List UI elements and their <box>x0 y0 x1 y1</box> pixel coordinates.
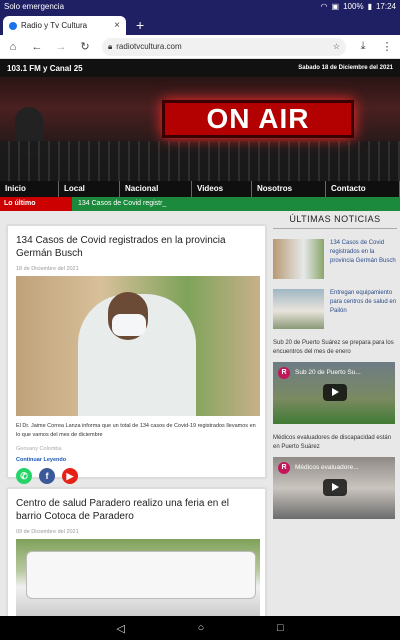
home-nav-icon[interactable]: ○ <box>198 622 205 634</box>
ticker-label: Lo último <box>0 197 72 211</box>
face-mask <box>112 314 146 336</box>
channel-avatar: R <box>278 367 290 379</box>
article-excerpt: El Dr. Jaime Correa Lanza informa que un… <box>16 423 256 438</box>
video-title[interactable]: Médicos evaluadores de discapacidad está… <box>273 434 397 452</box>
play-icon[interactable] <box>323 384 347 401</box>
nav-contacto[interactable]: Contacto <box>326 181 400 197</box>
article-date: 18 de Diciembre del 2021 <box>16 266 79 272</box>
article-image[interactable] <box>16 276 260 416</box>
article-image[interactable] <box>16 539 260 616</box>
main-nav: Inicio Local Nacional Videos Nosotros Co… <box>0 181 400 197</box>
video-embed[interactable]: R Sub 20 de Puerto Su... <box>273 362 395 424</box>
article-card: 134 Casos de Covid registrados en la pro… <box>7 225 266 484</box>
ambulance-image <box>26 551 256 599</box>
nav-nosotros[interactable]: Nosotros <box>252 181 326 197</box>
site-header: 103.1 FM y Canal 25 Sabado 18 de Diciemb… <box>0 59 400 77</box>
video-title[interactable]: Sub 20 de Puerto Suárez se prepara para … <box>273 339 397 357</box>
video-embed[interactable]: R Médicos evaluadore... <box>273 457 395 519</box>
on-air-sign: ON AIR <box>162 100 354 138</box>
hero-banner: ON AIR <box>0 77 400 181</box>
address-toolbar: ⌂ ← → ↻ 🔒︎ radiotvcultura.com ☆ ⤓ ⋮ <box>0 35 400 59</box>
video-overlay-title: Sub 20 de Puerto Su... <box>295 369 361 376</box>
sidebar-divider <box>273 228 397 229</box>
wifi-icon: ◠ <box>320 2 328 11</box>
clock: 17:24 <box>375 2 396 11</box>
article-title[interactable]: Centro de salud Paradero realizo una fer… <box>16 497 257 523</box>
article-author[interactable]: Geovany Colomba <box>16 446 257 452</box>
new-tab-button[interactable]: + <box>136 17 144 33</box>
article-title[interactable]: 134 Casos de Covid registrados en la pro… <box>16 234 257 260</box>
nav-local[interactable]: Local <box>59 181 120 197</box>
carrier-text: Solo emergencia <box>4 2 65 11</box>
status-bar: Solo emergencia ◠ ▣ 100% ▮ 17:24 <box>0 0 400 13</box>
battery-percent: 100% <box>343 2 364 11</box>
article-card: Centro de salud Paradero realizo una fer… <box>7 488 266 616</box>
sidebar-latest-news: ÚLTIMAS NOTICIAS 134 Casos de Covid regi… <box>273 211 397 519</box>
lock-icon: ▣ <box>331 2 340 11</box>
sidebar-heading: ÚLTIMAS NOTICIAS <box>289 214 381 224</box>
tab-title: Radio y Tv Cultura <box>21 21 88 30</box>
share-buttons: ✆ f ▶ <box>16 468 257 484</box>
secure-lock-icon: 🔒︎ <box>108 41 113 51</box>
sidebar-news-item[interactable]: Entregan equipamiento para centros de sa… <box>273 289 397 329</box>
channel-avatar: R <box>278 462 290 474</box>
site-date: Sabado 18 de Diciembre del 2021 <box>298 65 393 71</box>
mixer-console-image <box>0 141 400 181</box>
play-icon[interactable] <box>323 479 347 496</box>
news-thumbnail[interactable] <box>273 239 324 279</box>
news-thumbnail[interactable] <box>273 289 324 329</box>
whatsapp-icon[interactable]: ✆ <box>16 468 32 484</box>
news-link[interactable]: 134 Casos de Covid registrados en la pro… <box>330 239 397 279</box>
news-ticker: Lo último 134 Casos de Covid registr_ <box>0 197 400 211</box>
read-more-link[interactable]: Continuar Leyendo <box>16 457 257 463</box>
news-link[interactable]: Entregan equipamiento para centros de sa… <box>330 289 397 329</box>
facebook-icon[interactable]: f <box>39 468 55 484</box>
url-field[interactable]: 🔒︎ radiotvcultura.com ☆ <box>102 37 346 56</box>
video-overlay-title: Médicos evaluadore... <box>295 464 359 471</box>
sidebar-news-item[interactable]: 134 Casos de Covid registrados en la pro… <box>273 239 397 279</box>
download-icon[interactable]: ⤓ <box>356 40 370 53</box>
battery-icon: ▮ <box>367 2 372 11</box>
back-icon[interactable]: ← <box>30 41 44 53</box>
home-icon[interactable]: ⌂ <box>6 41 20 53</box>
nav-nacional[interactable]: Nacional <box>120 181 192 197</box>
ticker-text[interactable]: 134 Casos de Covid registr_ <box>72 197 400 211</box>
recents-nav-icon[interactable]: □ <box>277 622 284 634</box>
article-date: 09 de Diciembre del 2021 <box>16 529 79 535</box>
url-text: radiotvcultura.com <box>116 42 182 51</box>
browser-tab[interactable]: Radio y Tv Cultura × <box>3 16 126 35</box>
favicon-icon <box>9 21 17 30</box>
nav-videos[interactable]: Videos <box>192 181 252 197</box>
reload-icon[interactable]: ↻ <box>78 40 92 53</box>
tab-strip: Radio y Tv Cultura × + <box>0 13 400 35</box>
nav-inicio[interactable]: Inicio <box>0 181 59 197</box>
close-tab-icon[interactable]: × <box>114 20 120 31</box>
bookmark-star-icon[interactable]: ☆ <box>333 42 340 51</box>
forward-icon[interactable]: → <box>54 41 68 53</box>
web-page: 103.1 FM y Canal 25 Sabado 18 de Diciemb… <box>0 59 400 616</box>
youtube-icon[interactable]: ▶ <box>62 468 78 484</box>
station-name: 103.1 FM y Canal 25 <box>7 63 83 73</box>
back-nav-icon[interactable]: ◁ <box>116 622 124 635</box>
menu-icon[interactable]: ⋮ <box>380 40 394 53</box>
system-nav-bar: ◁ ○ □ <box>0 616 400 640</box>
